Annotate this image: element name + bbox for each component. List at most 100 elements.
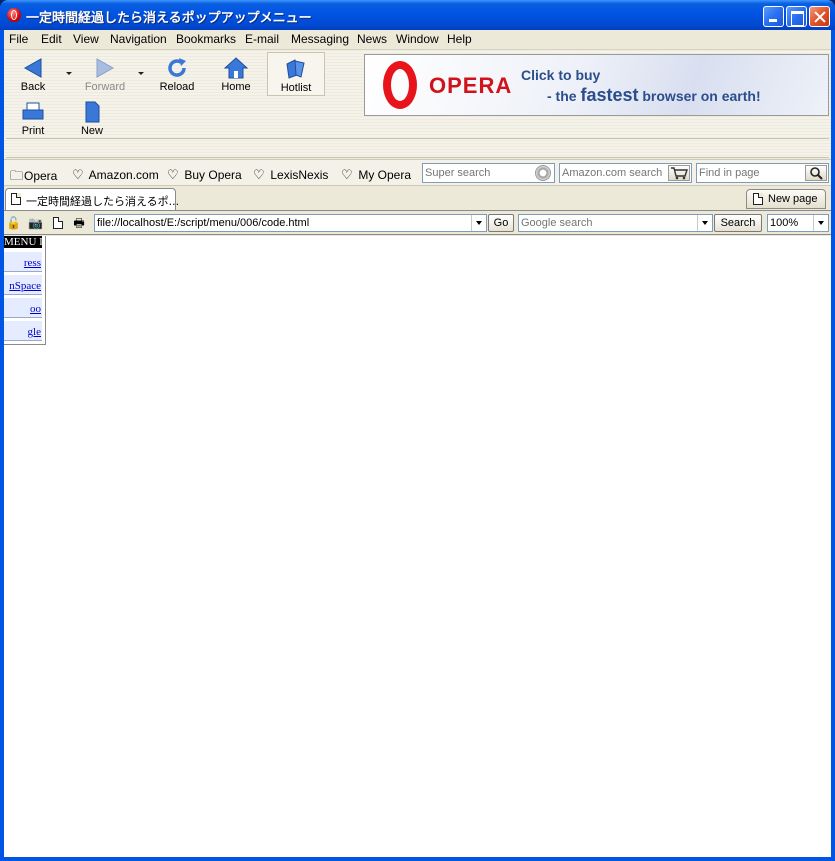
personal-bar: 🗀Opera ♡ Amazon.com ♡ Buy Opera ♡ LexisN… <box>4 159 831 186</box>
search-button[interactable]: Search <box>714 214 762 232</box>
zoom-field <box>767 214 829 232</box>
page-info-icon[interactable] <box>53 217 63 229</box>
forward-history-dropdown[interactable] <box>138 72 144 75</box>
hotlist-button[interactable]: Hotlist <box>267 52 325 96</box>
shopping-cart-icon[interactable] <box>668 165 690 181</box>
bookmark-lexisnexis-label: LexisNexis <box>270 168 329 182</box>
menu-email[interactable]: E-mail <box>245 32 279 46</box>
back-label: Back <box>20 81 46 93</box>
url-dropdown-icon[interactable] <box>471 215 486 231</box>
menu-help[interactable]: Help <box>447 32 472 46</box>
back-history-dropdown[interactable] <box>66 72 72 75</box>
maximize-button[interactable] <box>786 6 807 27</box>
menu-messaging[interactable]: Messaging <box>291 32 349 46</box>
close-button[interactable] <box>809 6 830 27</box>
popup-menu-item[interactable]: gle <box>4 321 42 341</box>
menu-bookmarks[interactable]: Bookmarks <box>176 32 236 46</box>
google-search-field <box>518 214 713 232</box>
tab-bar: 一定時間経過したら消えるポ... New page <box>4 186 831 210</box>
home-label: Home <box>221 81 251 93</box>
page-icon <box>753 193 763 205</box>
popup-menu-link[interactable]: gle <box>28 326 41 338</box>
bookmark-lexisnexis[interactable]: ♡ LexisNexis <box>253 167 328 183</box>
opera-ad-banner[interactable]: OPERA Click to buy - the fastest browser… <box>364 54 829 116</box>
new-page-label: New page <box>768 193 818 205</box>
zoom-dropdown-icon[interactable] <box>813 215 828 231</box>
bookmark-buy-opera[interactable]: ♡ Buy Opera <box>167 167 242 183</box>
camera-icon[interactable]: 📷 <box>28 216 43 230</box>
popup-menu-item[interactable]: ress <box>4 252 42 272</box>
banner-line2-prefix: - the <box>547 88 581 104</box>
popup-menu-header: MENU III <box>4 236 42 248</box>
reload-button[interactable]: Reload <box>154 52 200 96</box>
menu-window[interactable]: Window <box>396 32 439 46</box>
window-title: 一定時間経過したら消えるポップアップメニュー <box>26 11 312 26</box>
home-button[interactable]: Home <box>214 52 258 96</box>
banner-line2-suffix: browser on earth! <box>638 88 761 104</box>
opera-app-icon <box>7 8 21 22</box>
reload-label: Reload <box>159 81 195 93</box>
bookmark-amazon-label: Amazon.com <box>88 168 159 182</box>
popup-menu: MENU III ress nSpace oo gle <box>4 236 46 345</box>
minimize-button[interactable] <box>763 6 784 27</box>
new-button[interactable]: New <box>74 96 110 137</box>
url-input[interactable] <box>95 215 486 231</box>
banner-line2: - the fastest browser on earth! <box>547 85 761 106</box>
menu-file[interactable]: File <box>9 32 28 46</box>
print-icon[interactable]: 🖶 <box>72 216 86 230</box>
super-search-box <box>422 163 555 183</box>
back-arrow-icon <box>23 58 42 78</box>
bookmark-amazon[interactable]: ♡ Amazon.com <box>72 167 159 183</box>
main-toolbar: Back Forward Reload Home Hotlist OPERA C… <box>4 49 831 159</box>
menu-navigation[interactable]: Navigation <box>110 32 167 46</box>
menu-bar: File Edit View Navigation Bookmarks E-ma… <box>4 30 831 49</box>
menu-edit[interactable]: Edit <box>41 32 62 46</box>
printer-icon <box>22 102 44 120</box>
hotlist-icon <box>286 59 305 79</box>
tab-active[interactable]: 一定時間経過したら消えるポ... <box>5 188 179 210</box>
reload-icon <box>168 58 186 77</box>
heart-icon: ♡ <box>72 167 84 182</box>
opera-logo-icon <box>383 61 417 109</box>
page-icon <box>11 193 21 205</box>
browser-window: 一定時間経過したら消えるポップアップメニュー File Edit View Na… <box>0 0 835 861</box>
banner-brand: OPERA <box>429 73 513 98</box>
bookmark-opera-label: Opera <box>24 169 58 183</box>
banner-line1: Click to buy <box>521 67 601 83</box>
popup-menu-link[interactable]: nSpace <box>9 280 41 292</box>
menu-view[interactable]: View <box>73 32 99 46</box>
print-button[interactable]: Print <box>14 96 52 137</box>
popup-menu-item[interactable]: nSpace <box>4 275 42 295</box>
popup-menu-item[interactable]: oo <box>4 298 42 318</box>
heart-icon: ♡ <box>167 167 179 182</box>
popup-menu-link[interactable]: oo <box>30 303 41 315</box>
bookmark-my-opera[interactable]: ♡ My Opera <box>341 167 411 183</box>
bookmark-buy-opera-label: Buy Opera <box>184 168 242 182</box>
url-field <box>94 214 487 232</box>
hotlist-label: Hotlist <box>280 82 312 94</box>
title-bar[interactable]: 一定時間経過したら消えるポップアップメニュー <box>0 0 835 30</box>
new-page-icon <box>85 101 100 123</box>
forward-label: Forward <box>84 81 126 93</box>
menu-news[interactable]: News <box>357 32 387 46</box>
banner-line2-bold: fastest <box>580 85 639 105</box>
back-button[interactable]: Back <box>12 52 54 96</box>
super-search-icon[interactable] <box>535 165 551 181</box>
forward-arrow-icon <box>96 58 115 78</box>
popup-menu-link[interactable]: ress <box>24 257 41 269</box>
magnifier-icon[interactable] <box>805 165 827 181</box>
forward-button[interactable]: Forward <box>80 52 130 96</box>
new-label: New <box>80 125 103 137</box>
new-page-button[interactable]: New page <box>746 189 826 209</box>
bookmark-my-opera-label: My Opera <box>358 168 412 182</box>
browser-client-area: File Edit View Navigation Bookmarks E-ma… <box>4 30 831 857</box>
web-page-content: MENU III ress nSpace oo gle <box>4 236 831 857</box>
google-search-dropdown-icon[interactable] <box>697 215 712 231</box>
heart-icon: ♡ <box>253 167 265 182</box>
go-button[interactable]: Go <box>488 214 514 232</box>
address-bar: 🔓 📷 🖶 Go Search <box>4 210 831 235</box>
toolbar-strip <box>6 138 829 158</box>
find-in-page-box <box>696 163 829 183</box>
google-search-input[interactable] <box>519 215 712 231</box>
security-lock-icon[interactable]: 🔓 <box>6 216 21 230</box>
